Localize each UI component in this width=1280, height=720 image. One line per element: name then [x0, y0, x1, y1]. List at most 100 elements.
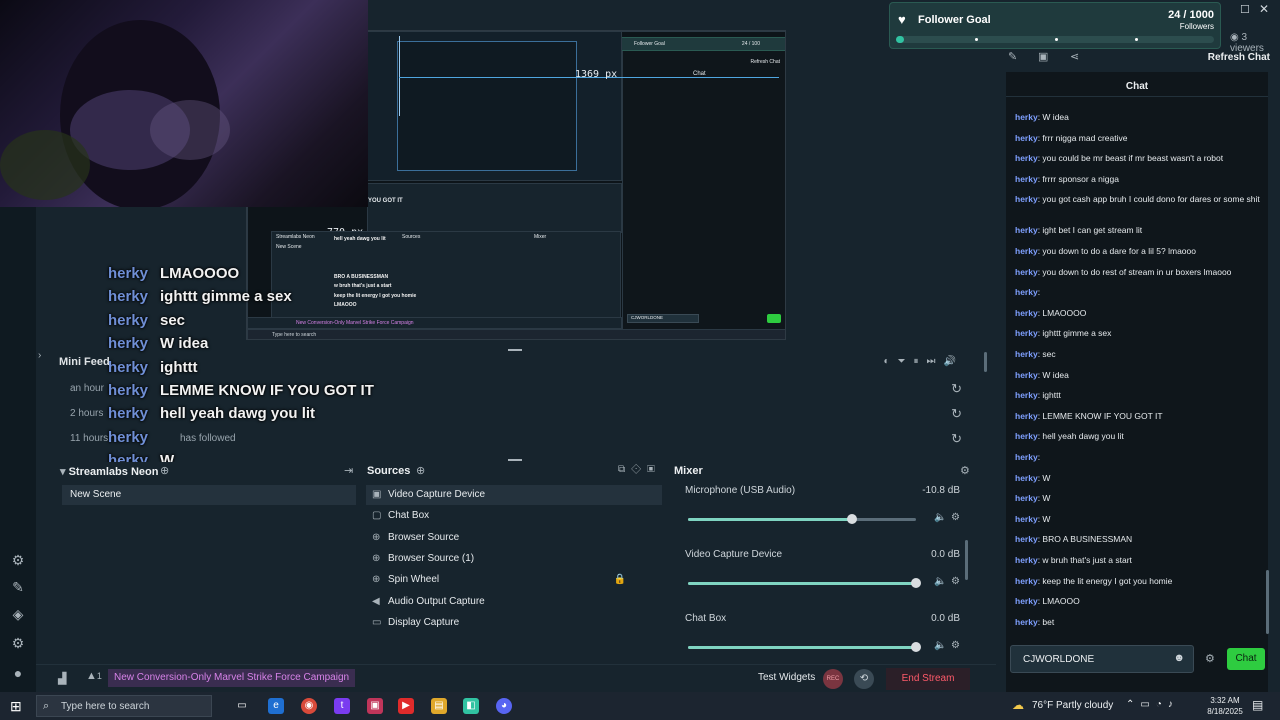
twitch-icon[interactable]: t: [334, 698, 350, 714]
streamlabs-icon[interactable]: ◧: [463, 698, 479, 714]
volume-slider[interactable]: [688, 642, 921, 652]
source-item[interactable]: ◀ Audio Output Capture: [366, 592, 662, 612]
chat-username[interactable]: herky: [1015, 431, 1038, 441]
clock[interactable]: 3:32 AM 8/18/2025: [1205, 695, 1245, 717]
chat-username[interactable]: herky: [1015, 267, 1038, 277]
test-widgets-button[interactable]: Test Widgets: [758, 672, 815, 683]
chat-username[interactable]: herky: [1015, 411, 1038, 421]
volume-slider[interactable]: [688, 514, 916, 524]
chat-username[interactable]: herky: [1015, 112, 1038, 122]
feed-controls[interactable]: ◐⏷⏸⏭🔊: [884, 356, 965, 367]
taskbar-search[interactable]: ⌕ Type here to search: [36, 695, 212, 717]
source-item[interactable]: ⊕ Browser Source: [366, 528, 662, 548]
replay-alert-icon[interactable]: ↻: [951, 431, 962, 447]
mixer-channel-name: Video Capture Device: [685, 549, 783, 560]
resize-handle-2[interactable]: [508, 459, 522, 461]
channel-settings-icon[interactable]: ⚙: [951, 576, 960, 587]
edit-icon[interactable]: ✎: [1008, 50, 1017, 63]
weather-text[interactable]: 76°F Partly cloudy: [1032, 700, 1113, 711]
replay-alert-icon[interactable]: ↻: [951, 381, 962, 397]
mute-icon[interactable]: 🔈: [934, 640, 946, 651]
source-tools-icon[interactable]: ⧉⟐▣: [618, 464, 661, 475]
chat-username[interactable]: herky: [1015, 576, 1038, 586]
chat-settings-icon[interactable]: ⚙: [1205, 652, 1215, 665]
feed-scrollbar[interactable]: [984, 352, 987, 372]
chat-username[interactable]: herky: [1015, 473, 1038, 483]
replay-alert-icon[interactable]: ↻: [951, 406, 962, 422]
chat-username[interactable]: herky: [1015, 328, 1038, 338]
chat-username[interactable]: herky: [1015, 194, 1038, 204]
popout-icon[interactable]: ▣: [1038, 50, 1048, 63]
add-source-icon[interactable]: ⊕: [416, 464, 425, 477]
mixer-scrollbar[interactable]: [965, 540, 968, 580]
settings-icon[interactable]: ⚙: [9, 634, 27, 652]
volume-knob[interactable]: [911, 642, 921, 652]
notification-icon[interactable]: ▲1: [86, 670, 102, 682]
campaign-link[interactable]: New Conversion-Only Marvel Strike Force …: [108, 669, 356, 687]
profile-icon[interactable]: ●: [9, 664, 27, 682]
close-icon[interactable]: ✕: [1259, 2, 1269, 16]
chat-username[interactable]: herky: [1015, 246, 1038, 256]
chat-scrollbar[interactable]: [1266, 570, 1269, 634]
notification-center-icon[interactable]: ▤: [1252, 698, 1263, 712]
collapse-icon[interactable]: ⇥: [344, 464, 353, 477]
file-explorer-icon[interactable]: ▤: [431, 698, 447, 714]
source-label: Spin Wheel: [388, 574, 440, 586]
chat-username[interactable]: herky: [1015, 308, 1038, 318]
rec-button[interactable]: REC: [823, 669, 843, 689]
chat-username[interactable]: herky: [1015, 534, 1038, 544]
task-view-icon[interactable]: ▭: [234, 698, 250, 714]
volume-knob[interactable]: [911, 578, 921, 588]
plugin-icon[interactable]: ⚙: [9, 551, 27, 569]
chat-username[interactable]: herky: [1015, 452, 1038, 462]
emoji-icon[interactable]: ☻: [1173, 652, 1185, 664]
source-item[interactable]: ⊕ Spin Wheel 🔒: [366, 570, 662, 590]
share-icon[interactable]: ⋖: [1070, 50, 1079, 63]
chat-username[interactable]: herky: [1015, 287, 1038, 297]
tray-icons[interactable]: ⌃▭◔♪: [1126, 699, 1179, 710]
source-item[interactable]: ⊕ Browser Source (1): [366, 549, 662, 569]
source-item[interactable]: ▣ Video Capture Device: [366, 485, 662, 505]
inner-chat-panel: Chat Refresh Chat CJWORLDONE: [622, 37, 785, 335]
chat-username[interactable]: herky: [1015, 390, 1038, 400]
resize-handle[interactable]: [508, 349, 522, 351]
chat-username[interactable]: herky: [1015, 617, 1038, 627]
chat-username[interactable]: herky: [1015, 349, 1038, 359]
tools-icon[interactable]: ✎: [9, 578, 27, 596]
expand-chevron-icon[interactable]: ›: [38, 350, 41, 361]
chat-username[interactable]: herky: [1015, 133, 1038, 143]
source-item[interactable]: ▢ Chat Box: [366, 506, 662, 526]
chrome-icon[interactable]: ◉: [301, 698, 317, 714]
scene-item[interactable]: New Scene: [62, 485, 356, 505]
mute-icon[interactable]: 🔈: [934, 576, 946, 587]
discord-icon[interactable]: ◕: [496, 698, 512, 714]
app-icon[interactable]: ▣: [367, 698, 383, 714]
chat-username[interactable]: herky: [1015, 153, 1038, 163]
channel-settings-icon[interactable]: ⚙: [951, 512, 960, 523]
chat-username[interactable]: herky: [1015, 514, 1038, 524]
edge-icon[interactable]: e: [268, 698, 284, 714]
chat-username[interactable]: herky: [1015, 370, 1038, 380]
stats-icon[interactable]: ▟: [58, 672, 66, 685]
chat-username[interactable]: herky: [1015, 225, 1038, 235]
add-scene-icon[interactable]: ⊕: [160, 464, 169, 477]
chat-username[interactable]: herky: [1015, 493, 1038, 503]
windows-start-icon[interactable]: ⊞: [10, 698, 22, 715]
integrations-icon[interactable]: ◈: [9, 605, 27, 623]
chat-message: herky:: [1015, 287, 1041, 298]
chat-username[interactable]: herky: [1015, 174, 1038, 184]
chat-username[interactable]: herky: [1015, 555, 1038, 565]
lock-icon[interactable]: 🔒: [614, 570, 626, 590]
maximize-icon[interactable]: ☐: [1240, 3, 1250, 16]
mixer-settings-icon[interactable]: ⚙: [960, 464, 970, 477]
chat-username[interactable]: herky: [1015, 596, 1038, 606]
end-stream-button[interactable]: End Stream: [886, 668, 970, 690]
replay-icon[interactable]: ⟲: [854, 669, 874, 689]
volume-slider[interactable]: [688, 578, 921, 588]
channel-settings-icon[interactable]: ⚙: [951, 640, 960, 651]
source-item[interactable]: ▭ Display Capture: [366, 613, 662, 633]
mute-icon[interactable]: 🔈: [934, 512, 946, 523]
chat-input[interactable]: CJWORLDONE ☻: [1010, 645, 1194, 673]
chat-send-button[interactable]: Chat: [1227, 648, 1265, 670]
youtube-icon[interactable]: ▶: [398, 698, 414, 714]
